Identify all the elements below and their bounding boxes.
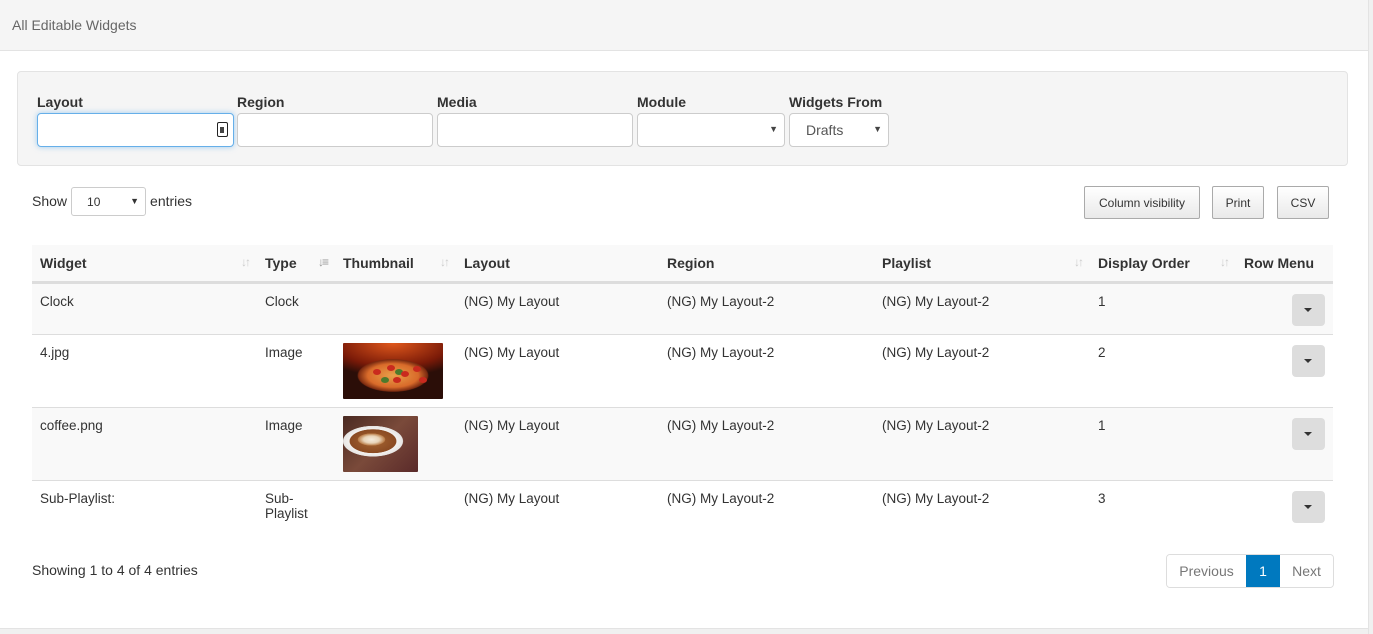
sort-ascending-icon: ↓≡ (317, 255, 329, 269)
widgets-from-filter-label: Widgets From (789, 94, 883, 110)
region-cell: (NG) My Layout-2 (667, 490, 775, 506)
row-menu-button[interactable] (1292, 344, 1325, 377)
layout-filter: Layout (37, 94, 234, 147)
column-header-playlist[interactable]: Playlist ↓↑ (874, 245, 1090, 284)
media-filter-label: Media (437, 94, 477, 110)
column-visibility-button[interactable]: Column visibility (1084, 186, 1200, 219)
column-header-region: Region (659, 245, 874, 284)
chevron-down-icon: ▼ (873, 124, 882, 134)
module-filter-select[interactable]: ▼ (637, 113, 785, 147)
contact-card-icon[interactable] (217, 122, 228, 137)
column-header-widget[interactable]: Widget ↓↑ (32, 245, 257, 284)
region-filter-label: Region (237, 94, 285, 110)
widget-cell: coffee.png (32, 407, 257, 481)
column-header-row-menu: Row Menu (1236, 245, 1333, 284)
layout-filter-input[interactable] (37, 113, 234, 147)
layout-cell: (NG) My Layout (464, 490, 560, 506)
next-page-button[interactable]: Next (1280, 555, 1333, 587)
table-info: Showing 1 to 4 of 4 entries (32, 562, 198, 578)
module-filter-label: Module (637, 94, 686, 110)
sort-icon: ↓↑ (440, 255, 450, 269)
type-cell: Clock (257, 282, 335, 335)
length-menu-suffix: entries (150, 193, 193, 209)
row-menu-button[interactable] (1292, 490, 1325, 523)
row-menu-cell (1236, 282, 1333, 335)
table-row: Clock Clock (NG) My Layout (NG) My Layou… (32, 282, 1333, 335)
playlist-cell: (NG) My Layout-2 (874, 282, 1090, 335)
widget-cell: 4.jpg (32, 334, 257, 408)
display-order-cell: 2 (1090, 334, 1236, 408)
page-length-select[interactable]: 10 ▼ (71, 186, 147, 216)
sort-icon: ↓↑ (241, 255, 251, 269)
chevron-down-icon: ▼ (769, 124, 778, 134)
coffee-thumbnail-image (343, 415, 418, 472)
thumbnail-cell (335, 282, 456, 335)
widget-cell: Clock (32, 282, 257, 335)
type-cell: Image (257, 407, 335, 481)
table-row: Sub-Playlist: Sub- Playlist (NG) My Layou… (32, 480, 1333, 531)
pizza-thumbnail-image (343, 342, 443, 399)
row-menu-cell (1236, 334, 1333, 408)
filter-panel: Layout Region Media Module ▼ Widgets Fro… (17, 71, 1348, 166)
type-cell: Image (257, 334, 335, 408)
layout-filter-label: Layout (37, 94, 83, 110)
region-cell: (NG) My Layout-2 (659, 407, 874, 481)
print-button[interactable]: Print (1212, 186, 1264, 219)
pagination: Previous 1 Next (1166, 554, 1334, 588)
module-filter: Module ▼ (637, 94, 785, 147)
page-1-button[interactable]: 1 (1246, 555, 1280, 587)
sort-icon: ↓↑ (1220, 255, 1230, 269)
table-row: 4.jpg Image (NG) My Layout (NG) My Layou… (32, 334, 1333, 408)
column-header-display-order[interactable]: Display Order ↓↑ (1090, 245, 1236, 284)
chevron-down-icon: ▼ (130, 195, 140, 206)
column-header-type[interactable]: Type ↓≡ (257, 245, 335, 284)
playlist-cell: (NG) My Layout-2 (874, 334, 1090, 408)
media-filter-input[interactable] (437, 113, 633, 147)
thumbnail-cell (335, 480, 456, 531)
display-order-cell: 1 (1090, 407, 1236, 481)
widgets-from-select[interactable]: Drafts ▼ (789, 113, 889, 147)
page-header: All Editable Widgets (0, 0, 1368, 51)
column-header-layout: Layout (456, 245, 659, 284)
region-cell: (NG) My Layout-2 (659, 282, 874, 335)
display-order-cell: 3 (1098, 490, 1106, 506)
type-cell: Sub- Playlist (265, 490, 308, 521)
page-title: All Editable Widgets (12, 17, 137, 33)
thumbnail-cell (335, 407, 456, 481)
table-row: coffee.png Image (NG) My Layout (NG) My … (32, 407, 1333, 481)
widget-cell: Sub-Playlist: (40, 490, 116, 506)
length-menu-prefix: Show (32, 193, 68, 209)
layout-cell: (NG) My Layout (456, 334, 659, 408)
display-order-cell: 1 (1090, 282, 1236, 335)
media-filter: Media (437, 94, 633, 147)
region-filter-input[interactable] (237, 113, 433, 147)
region-cell: (NG) My Layout-2 (659, 334, 874, 408)
widgets-table: Widget ↓↑ Type ↓≡ Thumbnail ↓↑ Layout Regio… (32, 245, 1333, 531)
region-filter: Region (237, 94, 433, 147)
row-menu-cell (1236, 407, 1333, 481)
previous-page-button[interactable]: Previous (1167, 555, 1246, 587)
thumbnail-cell (335, 334, 456, 408)
csv-button[interactable]: CSV (1277, 186, 1329, 219)
row-menu-button[interactable] (1292, 293, 1325, 326)
widgets-from-filter: Widgets From Drafts ▼ (789, 94, 889, 147)
row-menu-cell (1236, 480, 1333, 531)
table-header-row: Widget ↓↑ Type ↓≡ Thumbnail ↓↑ Layout Regio… (32, 245, 1333, 284)
length-menu: Show 10 ▼ entries (32, 186, 192, 216)
panel-bottom-edge (0, 628, 1368, 634)
scrollbar-track[interactable] (1368, 0, 1373, 634)
layout-cell: (NG) My Layout (456, 282, 659, 335)
playlist-cell: (NG) My Layout-2 (874, 407, 1090, 481)
sort-icon: ↓↑ (1074, 255, 1084, 269)
row-menu-button[interactable] (1292, 417, 1325, 450)
playlist-cell: (NG) My Layout-2 (882, 490, 990, 506)
layout-cell: (NG) My Layout (456, 407, 659, 481)
column-header-thumbnail[interactable]: Thumbnail ↓↑ (335, 245, 456, 284)
